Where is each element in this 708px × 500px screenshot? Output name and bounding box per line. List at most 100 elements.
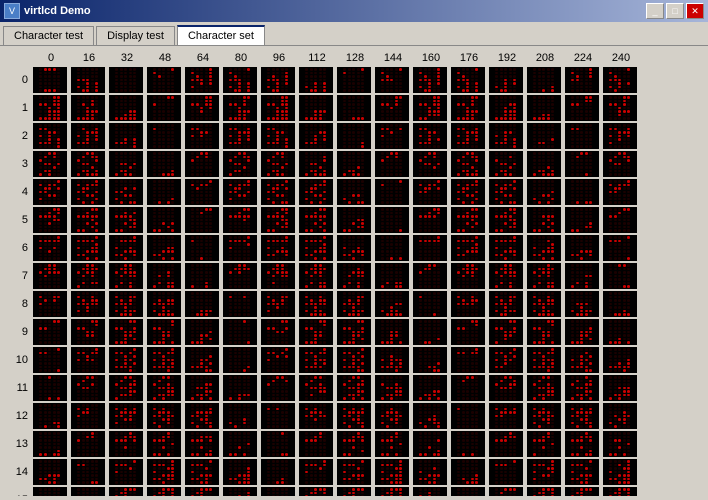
char-cell-7 [33, 263, 67, 289]
char-cell-5 [33, 207, 67, 233]
char-cell-91 [223, 375, 257, 401]
col-header-48: 48 [146, 50, 184, 66]
char-cell-121 [299, 319, 333, 345]
char-cell-195 [489, 151, 523, 177]
char-cell-114 [299, 123, 333, 149]
char-cell-20 [71, 179, 105, 205]
char-cell-27 [71, 375, 105, 401]
char-cell-88 [223, 291, 257, 317]
col-header-64: 64 [184, 50, 222, 66]
char-cell-25 [71, 319, 105, 345]
char-cell-61 [147, 431, 181, 457]
tab-character-test[interactable]: Character test [3, 26, 94, 45]
char-cell-118 [299, 235, 333, 261]
window: V virtlcd Demo _ □ ✕ Character test Disp… [0, 0, 708, 496]
char-cell-244 [603, 179, 637, 205]
char-cell-122 [299, 347, 333, 373]
char-cell-67 [185, 151, 219, 177]
char-cell-145 [375, 95, 409, 121]
char-cell-240 [603, 67, 637, 93]
tab-character-set[interactable]: Character set [177, 25, 265, 45]
char-cell-46 [109, 459, 143, 485]
char-cell-29 [71, 431, 105, 457]
char-cell-99 [261, 151, 295, 177]
char-cell-75 [185, 375, 219, 401]
char-cell-73 [185, 319, 219, 345]
char-cell-231 [565, 263, 599, 289]
char-cell-248 [603, 291, 637, 317]
title-bar-left: V virtlcd Demo [4, 3, 91, 19]
char-cell-213 [527, 207, 561, 233]
char-cell-211 [527, 151, 561, 177]
char-cell-126 [299, 459, 333, 485]
char-cell-222 [527, 459, 561, 485]
char-cell-236 [565, 403, 599, 429]
char-cell-44 [109, 403, 143, 429]
char-cell-8 [33, 291, 67, 317]
char-cell-229 [565, 207, 599, 233]
char-cell-209 [527, 95, 561, 121]
tab-display-test[interactable]: Display test [96, 26, 175, 45]
char-cell-202 [489, 347, 523, 373]
char-cell-156 [375, 403, 409, 429]
minimize-button[interactable]: _ [646, 3, 664, 19]
char-cell-135 [337, 263, 371, 289]
char-cell-74 [185, 347, 219, 373]
char-cell-251 [603, 375, 637, 401]
row-label-1: 1 [4, 94, 32, 122]
row-label-8: 8 [4, 290, 32, 318]
char-cell-43 [109, 375, 143, 401]
char-cell-151 [375, 263, 409, 289]
char-cell-155 [375, 375, 409, 401]
char-cell-111 [261, 487, 295, 496]
close-button[interactable]: ✕ [686, 3, 704, 19]
char-cell-142 [337, 459, 371, 485]
char-cell-224 [565, 67, 599, 93]
char-cell-52 [147, 179, 181, 205]
char-cell-165 [413, 207, 447, 233]
char-cell-167 [413, 263, 447, 289]
char-cell-212 [527, 179, 561, 205]
char-cell-125 [299, 431, 333, 457]
char-cell-208 [527, 67, 561, 93]
char-cell-15 [33, 487, 67, 496]
char-cell-0 [33, 67, 67, 93]
char-cell-42 [109, 347, 143, 373]
char-cell-225 [565, 95, 599, 121]
char-cell-14 [33, 459, 67, 485]
maximize-button[interactable]: □ [666, 3, 684, 19]
char-cell-32 [109, 67, 143, 93]
char-cell-182 [451, 235, 485, 261]
char-cell-35 [109, 151, 143, 177]
char-cell-102 [261, 235, 295, 261]
char-cell-187 [451, 375, 485, 401]
char-cell-166 [413, 235, 447, 261]
char-cell-177 [451, 95, 485, 121]
char-cell-239 [565, 487, 599, 496]
char-cell-179 [451, 151, 485, 177]
char-cell-26 [71, 347, 105, 373]
row-label-4: 4 [4, 178, 32, 206]
char-cell-204 [489, 403, 523, 429]
col-header-144: 144 [374, 50, 412, 66]
char-cell-194 [489, 123, 523, 149]
char-cell-105 [261, 319, 295, 345]
char-cell-205 [489, 431, 523, 457]
char-cell-82 [223, 123, 257, 149]
char-cell-34 [109, 123, 143, 149]
char-cell-77 [185, 431, 219, 457]
char-cell-136 [337, 291, 371, 317]
char-cell-69 [185, 207, 219, 233]
char-cell-233 [565, 319, 599, 345]
char-cell-189 [451, 431, 485, 457]
char-cell-12 [33, 403, 67, 429]
char-cell-66 [185, 123, 219, 149]
char-cell-11 [33, 375, 67, 401]
char-cell-159 [375, 487, 409, 496]
char-cell-190 [451, 459, 485, 485]
char-cell-41 [109, 319, 143, 345]
char-cell-134 [337, 235, 371, 261]
char-cell-221 [527, 431, 561, 457]
char-cell-53 [147, 207, 181, 233]
char-cell-133 [337, 207, 371, 233]
